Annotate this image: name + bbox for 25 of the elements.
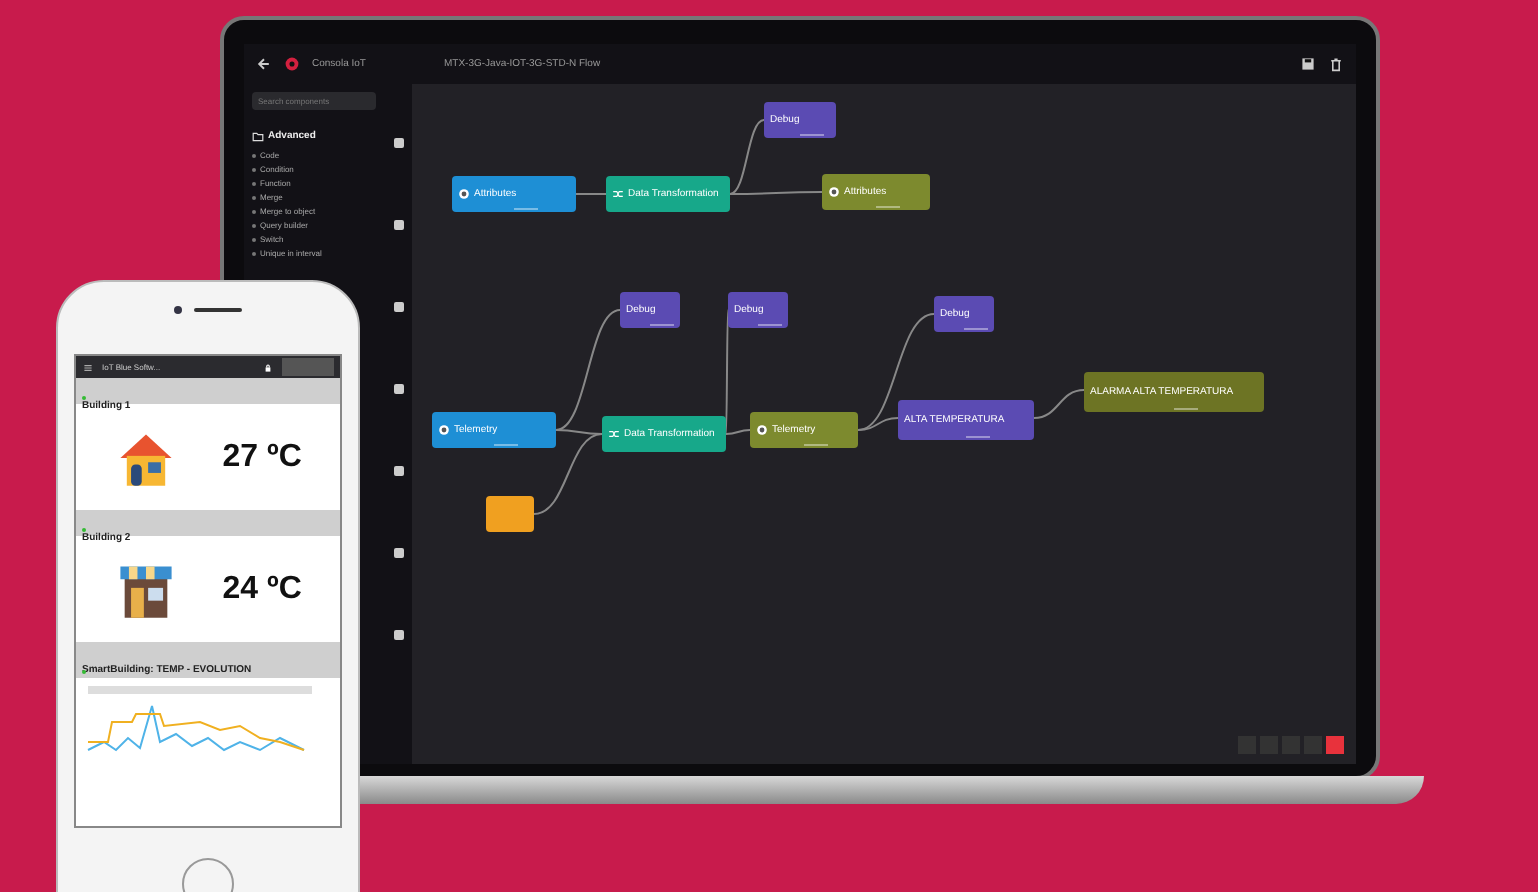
menu-icon[interactable] <box>82 361 94 373</box>
temperature-value: 27 ºC <box>222 439 302 475</box>
lock-icon <box>262 361 274 373</box>
collapse-icon[interactable] <box>393 302 403 312</box>
node-type-icon <box>438 424 450 436</box>
collapse-icon[interactable] <box>393 138 403 148</box>
temperature-value: 24 ºC <box>222 571 302 607</box>
save-icon[interactable] <box>1300 56 1316 72</box>
back-arrow-icon[interactable] <box>256 56 272 72</box>
logo-icon <box>284 56 300 72</box>
shuffle-icon <box>608 428 620 440</box>
node-type-icon <box>458 188 470 200</box>
node-type-icon <box>756 424 768 436</box>
collapse-icon[interactable] <box>393 466 403 476</box>
folder-icon <box>252 131 264 141</box>
collapse-icon[interactable] <box>393 630 403 640</box>
collapse-icon[interactable] <box>393 220 403 230</box>
collapse-icon[interactable] <box>393 384 403 394</box>
connector-line <box>1033 389 1085 419</box>
trash-icon[interactable] <box>1328 56 1344 72</box>
collapse-icon[interactable] <box>393 548 403 558</box>
node-type-icon <box>828 186 840 198</box>
flow-node[interactable] <box>486 496 534 532</box>
connector-line <box>575 193 607 195</box>
shuffle-icon <box>612 188 624 200</box>
